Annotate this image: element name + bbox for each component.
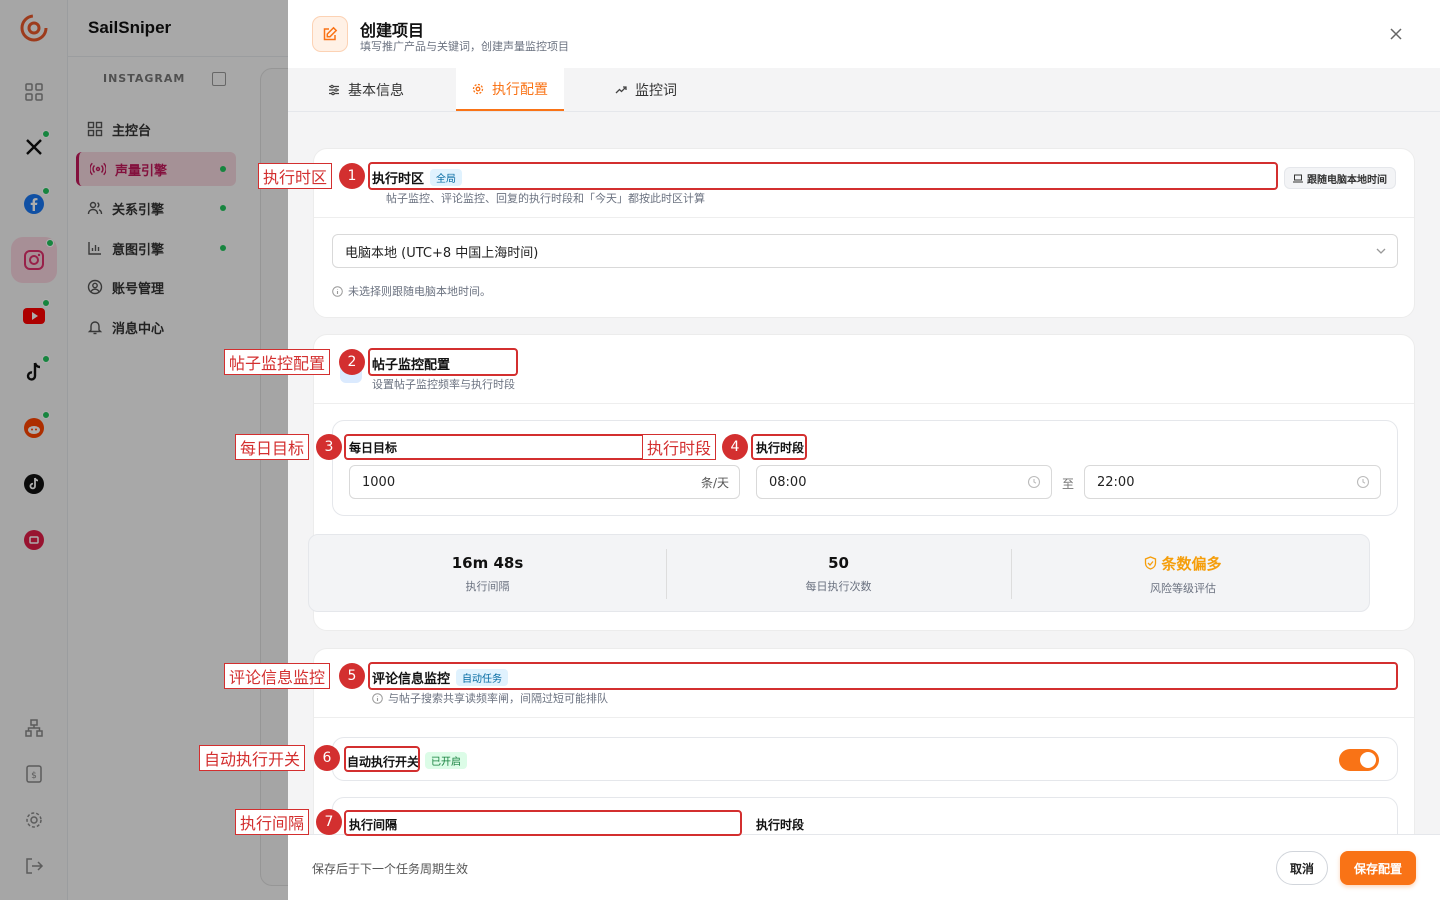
post-monitor-stats: 16m 48s 执行间隔 50 每日执行次数 条数偏多 风险等级评估	[308, 534, 1370, 612]
post-monitor-settings: 每日目标 1000 条/天 执行时段 08:00 至 22:00	[332, 420, 1398, 516]
tab-label: 监控词	[635, 82, 677, 99]
info-icon	[332, 285, 343, 297]
chevron-down-icon	[1376, 248, 1386, 254]
tab-exec-config[interactable]: 执行配置	[456, 68, 564, 111]
auto-task-badge: 自动任务	[456, 669, 509, 686]
drawer-content: 执行时区 全局 帖子监控、评论监控、回复的执行时段和「今天」都按此时区计算 跟随电…	[288, 112, 1440, 834]
auto-exec-row: 自动执行开关 已开启	[332, 737, 1398, 781]
annotation-number-7: 7	[316, 809, 342, 835]
shield-check-icon	[1145, 556, 1157, 570]
timezone-card: 执行时区 全局 帖子监控、评论监控、回复的执行时段和「今天」都按此时区计算 跟随电…	[313, 148, 1415, 318]
global-badge: 全局	[430, 169, 463, 186]
follow-local-time-button[interactable]: 跟随电脑本地时间	[1284, 167, 1396, 189]
comment-schedule-settings: 执行间隔 执行时段	[332, 797, 1398, 834]
stat-daily-runs: 50 每日执行次数	[805, 554, 872, 593]
end-time-input[interactable]: 22:00	[1084, 465, 1381, 499]
footer-note: 保存后于下一个任务周期生效	[312, 862, 469, 876]
comment-interval-label: 执行间隔	[349, 818, 398, 832]
timezone-title: 执行时区 全局	[372, 168, 463, 187]
comment-monitor-desc: 与帖子搜索共享读频率闸，间隔过短可能排队	[372, 690, 608, 706]
close-icon[interactable]	[1384, 22, 1408, 46]
annotation-number-3: 3	[316, 434, 342, 460]
exec-period-label: 执行时段	[756, 441, 805, 455]
gear-icon	[472, 83, 484, 94]
daily-target-label: 每日目标	[349, 441, 398, 455]
tab-monitor-words[interactable]: 监控词	[615, 68, 677, 111]
tab-label: 基本信息	[348, 82, 404, 99]
annotation-number-5: 5	[339, 663, 365, 689]
post-monitor-desc: 设置帖子监控频率与执行时段	[372, 378, 515, 391]
edit-icon	[312, 16, 348, 52]
annotation-label-7: 执行间隔	[235, 809, 310, 835]
annotation-number-2: 2	[339, 349, 365, 375]
card-divider	[314, 403, 1414, 404]
annotation-number-6: 6	[314, 745, 340, 771]
annotation-label-5: 评论信息监控	[224, 663, 331, 689]
clock-icon	[1027, 475, 1041, 489]
card-divider	[314, 217, 1414, 218]
auto-exec-toggle[interactable]	[1339, 749, 1379, 771]
tab-label: 执行配置	[492, 81, 548, 98]
comment-monitor-title: 评论信息监控 自动任务	[372, 668, 509, 687]
clock-icon	[1356, 475, 1370, 489]
stat-risk: 条数偏多 风险等级评估	[1011, 535, 1355, 613]
annotation-number-4: 4	[722, 434, 748, 460]
stat-interval: 16m 48s 执行间隔	[451, 554, 524, 593]
time-range-separator: 至	[1062, 477, 1075, 491]
timezone-hint: 未选择则跟随电脑本地时间。	[332, 283, 491, 299]
drawer-footer: 保存后于下一个任务周期生效 取消 保存配置	[288, 834, 1440, 900]
daily-target-unit: 条/天	[700, 475, 729, 490]
enabled-badge: 已开启	[425, 752, 468, 769]
create-project-drawer: 创建项目 填写推广产品与关键词，创建声量监控项目 基本信息 执行配置 监控词 执…	[288, 0, 1440, 900]
comment-monitor-card: 评论信息监控 自动任务 与帖子搜索共享读频率闸，间隔过短可能排队 自动执行开关 已开…	[313, 648, 1415, 834]
tab-basic-info[interactable]: 基本信息	[328, 68, 404, 111]
card-divider	[314, 717, 1414, 718]
trend-icon	[615, 85, 627, 93]
laptop-icon	[1293, 174, 1303, 182]
daily-target-input[interactable]: 1000 条/天	[349, 465, 740, 499]
cancel-button[interactable]: 取消	[1276, 851, 1328, 885]
save-config-button[interactable]: 保存配置	[1340, 851, 1416, 885]
drawer-tabs: 基本信息 执行配置 监控词	[288, 68, 1440, 112]
annotation-label-4: 执行时段	[642, 434, 717, 460]
info-icon	[372, 692, 383, 704]
annotation-label-2: 帖子监控配置	[224, 349, 331, 375]
timezone-select[interactable]: 电脑本地 (UTC+8 中国上海时间)	[332, 234, 1398, 268]
drawer-subtitle: 填写推广产品与关键词，创建声量监控项目	[360, 40, 569, 53]
annotation-label-1: 执行时区	[258, 163, 333, 189]
auto-exec-label: 自动执行开关 已开启	[347, 752, 468, 770]
post-monitor-title: 帖子监控配置	[372, 358, 451, 373]
drawer-header: 创建项目 填写推广产品与关键词，创建声量监控项目	[288, 0, 1440, 68]
sliders-icon	[329, 84, 339, 95]
annotation-number-1: 1	[339, 163, 365, 189]
timezone-desc: 帖子监控、评论监控、回复的执行时段和「今天」都按此时区计算	[386, 192, 705, 205]
start-time-input[interactable]: 08:00	[756, 465, 1052, 499]
timezone-selected-value: 电脑本地 (UTC+8 中国上海时间)	[345, 245, 539, 261]
annotation-label-6: 自动执行开关	[199, 745, 306, 771]
comment-period-label: 执行时段	[756, 818, 805, 832]
annotation-label-3: 每日目标	[235, 434, 310, 460]
